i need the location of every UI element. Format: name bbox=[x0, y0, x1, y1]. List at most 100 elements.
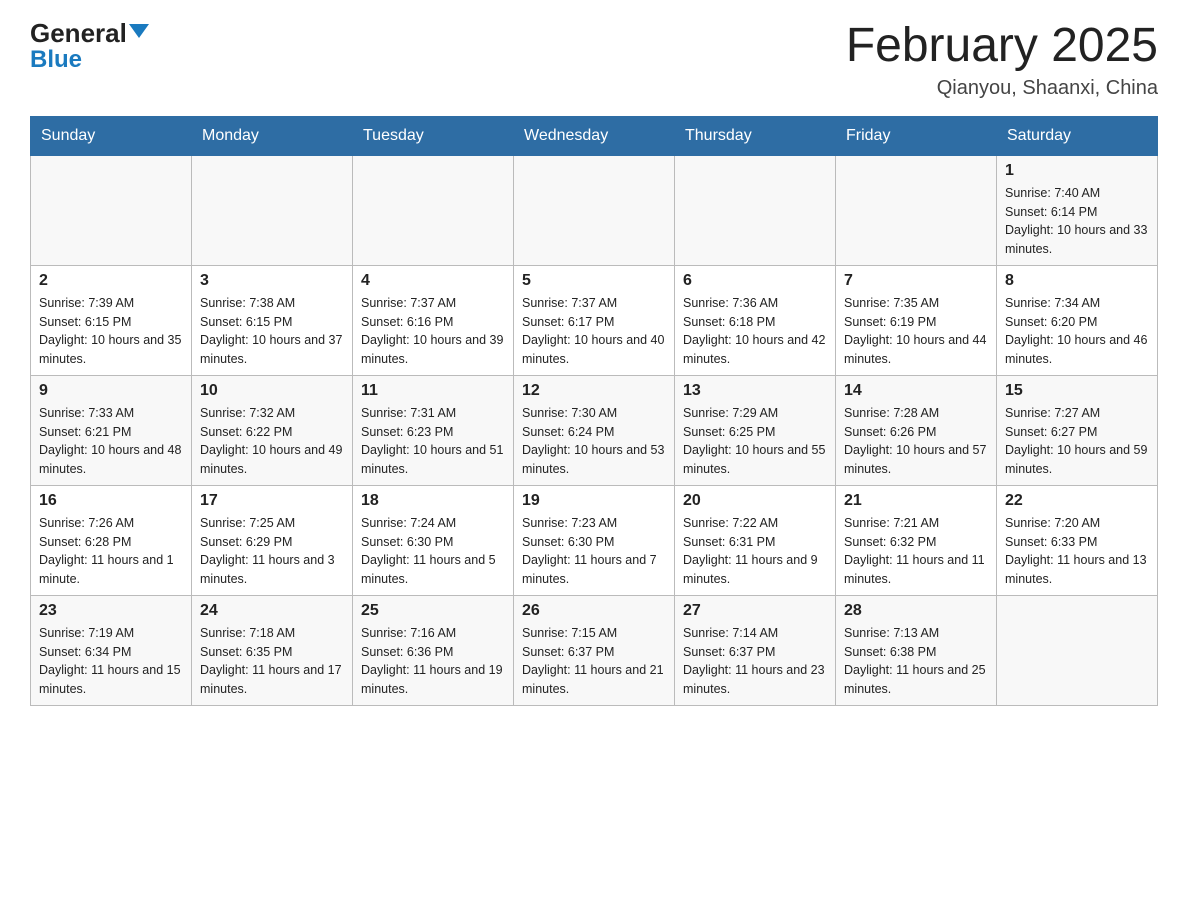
calendar-cell: 2 Sunrise: 7:39 AMSunset: 6:15 PMDaylight… bbox=[31, 265, 192, 375]
calendar-cell: 28 Sunrise: 7:13 AMSunset: 6:38 PMDayligh… bbox=[836, 595, 997, 705]
day-number: 21 bbox=[844, 492, 988, 510]
day-number: 5 bbox=[522, 272, 666, 290]
day-info: Sunrise: 7:16 AMSunset: 6:36 PMDaylight:… bbox=[361, 624, 505, 699]
calendar-cell: 1 Sunrise: 7:40 AMSunset: 6:14 PMDaylight… bbox=[997, 155, 1158, 265]
day-number: 7 bbox=[844, 272, 988, 290]
day-info: Sunrise: 7:35 AMSunset: 6:19 PMDaylight:… bbox=[844, 294, 988, 369]
calendar-cell: 13 Sunrise: 7:29 AMSunset: 6:25 PMDayligh… bbox=[675, 375, 836, 485]
logo-text: General bbox=[30, 20, 149, 46]
day-number: 11 bbox=[361, 382, 505, 400]
day-number: 17 bbox=[200, 492, 344, 510]
calendar-cell bbox=[675, 155, 836, 265]
day-info: Sunrise: 7:22 AMSunset: 6:31 PMDaylight:… bbox=[683, 514, 827, 589]
day-number: 15 bbox=[1005, 382, 1149, 400]
day-info: Sunrise: 7:32 AMSunset: 6:22 PMDaylight:… bbox=[200, 404, 344, 479]
calendar-cell: 3 Sunrise: 7:38 AMSunset: 6:15 PMDaylight… bbox=[192, 265, 353, 375]
calendar-table: SundayMondayTuesdayWednesdayThursdayFrid… bbox=[30, 116, 1158, 706]
calendar-week-row: 9Sunrise: 7:33 AMSunset: 6:21 PMDaylight… bbox=[31, 375, 1158, 485]
day-info: Sunrise: 7:15 AMSunset: 6:37 PMDaylight:… bbox=[522, 624, 666, 699]
page-header: General Blue February 2025 Qianyou, Shaa… bbox=[30, 20, 1158, 100]
day-info: Sunrise: 7:29 AMSunset: 6:25 PMDaylight:… bbox=[683, 404, 827, 479]
calendar-cell bbox=[514, 155, 675, 265]
calendar-cell: 25 Sunrise: 7:16 AMSunset: 6:36 PMDayligh… bbox=[353, 595, 514, 705]
day-info: Sunrise: 7:20 AMSunset: 6:33 PMDaylight:… bbox=[1005, 514, 1149, 589]
calendar-week-row: 23Sunrise: 7:19 AMSunset: 6:34 PMDayligh… bbox=[31, 595, 1158, 705]
calendar-cell: 21 Sunrise: 7:21 AMSunset: 6:32 PMDayligh… bbox=[836, 485, 997, 595]
calendar-header-tuesday: Tuesday bbox=[353, 116, 514, 155]
day-number: 27 bbox=[683, 602, 827, 620]
calendar-cell: 16Sunrise: 7:26 AMSunset: 6:28 PMDayligh… bbox=[31, 485, 192, 595]
calendar-cell: 7 Sunrise: 7:35 AMSunset: 6:19 PMDaylight… bbox=[836, 265, 997, 375]
day-number: 1 bbox=[1005, 162, 1149, 180]
day-number: 16 bbox=[39, 492, 183, 510]
day-info: Sunrise: 7:28 AMSunset: 6:26 PMDaylight:… bbox=[844, 404, 988, 479]
day-info: Sunrise: 7:30 AMSunset: 6:24 PMDaylight:… bbox=[522, 404, 666, 479]
calendar-week-row: 2 Sunrise: 7:39 AMSunset: 6:15 PMDaylight… bbox=[31, 265, 1158, 375]
day-number: 10 bbox=[200, 382, 344, 400]
day-number: 19 bbox=[522, 492, 666, 510]
day-number: 13 bbox=[683, 382, 827, 400]
logo: General Blue bbox=[30, 20, 149, 72]
day-info: Sunrise: 7:39 AMSunset: 6:15 PMDaylight:… bbox=[39, 294, 183, 369]
day-number: 3 bbox=[200, 272, 344, 290]
day-number: 26 bbox=[522, 602, 666, 620]
calendar-cell: 23Sunrise: 7:19 AMSunset: 6:34 PMDayligh… bbox=[31, 595, 192, 705]
page-subtitle: Qianyou, Shaanxi, China bbox=[846, 77, 1158, 100]
calendar-cell bbox=[31, 155, 192, 265]
calendar-header-row: SundayMondayTuesdayWednesdayThursdayFrid… bbox=[31, 116, 1158, 155]
calendar-header-saturday: Saturday bbox=[997, 116, 1158, 155]
calendar-cell: 20 Sunrise: 7:22 AMSunset: 6:31 PMDayligh… bbox=[675, 485, 836, 595]
calendar-week-row: 16Sunrise: 7:26 AMSunset: 6:28 PMDayligh… bbox=[31, 485, 1158, 595]
day-number: 28 bbox=[844, 602, 988, 620]
day-info: Sunrise: 7:24 AMSunset: 6:30 PMDaylight:… bbox=[361, 514, 505, 589]
calendar-cell: 14Sunrise: 7:28 AMSunset: 6:26 PMDayligh… bbox=[836, 375, 997, 485]
day-info: Sunrise: 7:21 AMSunset: 6:32 PMDaylight:… bbox=[844, 514, 988, 589]
calendar-cell: 19Sunrise: 7:23 AMSunset: 6:30 PMDayligh… bbox=[514, 485, 675, 595]
calendar-header-wednesday: Wednesday bbox=[514, 116, 675, 155]
calendar-cell: 15 Sunrise: 7:27 AMSunset: 6:27 PMDayligh… bbox=[997, 375, 1158, 485]
day-info: Sunrise: 7:13 AMSunset: 6:38 PMDaylight:… bbox=[844, 624, 988, 699]
day-number: 20 bbox=[683, 492, 827, 510]
calendar-cell: 10 Sunrise: 7:32 AMSunset: 6:22 PMDayligh… bbox=[192, 375, 353, 485]
calendar-cell: 5Sunrise: 7:37 AMSunset: 6:17 PMDaylight… bbox=[514, 265, 675, 375]
calendar-header-friday: Friday bbox=[836, 116, 997, 155]
page-title: February 2025 bbox=[846, 20, 1158, 73]
calendar-cell: 4 Sunrise: 7:37 AMSunset: 6:16 PMDaylight… bbox=[353, 265, 514, 375]
day-info: Sunrise: 7:18 AMSunset: 6:35 PMDaylight:… bbox=[200, 624, 344, 699]
day-number: 8 bbox=[1005, 272, 1149, 290]
day-info: Sunrise: 7:33 AMSunset: 6:21 PMDaylight:… bbox=[39, 404, 183, 479]
calendar-cell bbox=[353, 155, 514, 265]
calendar-cell: 6 Sunrise: 7:36 AMSunset: 6:18 PMDaylight… bbox=[675, 265, 836, 375]
day-number: 24 bbox=[200, 602, 344, 620]
calendar-header-sunday: Sunday bbox=[31, 116, 192, 155]
day-info: Sunrise: 7:34 AMSunset: 6:20 PMDaylight:… bbox=[1005, 294, 1149, 369]
day-info: Sunrise: 7:14 AMSunset: 6:37 PMDaylight:… bbox=[683, 624, 827, 699]
calendar-cell: 12 Sunrise: 7:30 AMSunset: 6:24 PMDayligh… bbox=[514, 375, 675, 485]
day-number: 2 bbox=[39, 272, 183, 290]
day-number: 23 bbox=[39, 602, 183, 620]
day-info: Sunrise: 7:27 AMSunset: 6:27 PMDaylight:… bbox=[1005, 404, 1149, 479]
calendar-cell bbox=[192, 155, 353, 265]
calendar-cell: 24 Sunrise: 7:18 AMSunset: 6:35 PMDayligh… bbox=[192, 595, 353, 705]
day-info: Sunrise: 7:40 AMSunset: 6:14 PMDaylight:… bbox=[1005, 184, 1149, 259]
day-info: Sunrise: 7:31 AMSunset: 6:23 PMDaylight:… bbox=[361, 404, 505, 479]
calendar-week-row: 1 Sunrise: 7:40 AMSunset: 6:14 PMDaylight… bbox=[31, 155, 1158, 265]
day-number: 12 bbox=[522, 382, 666, 400]
logo-blue: Blue bbox=[30, 48, 82, 72]
day-number: 18 bbox=[361, 492, 505, 510]
calendar-cell: 18 Sunrise: 7:24 AMSunset: 6:30 PMDayligh… bbox=[353, 485, 514, 595]
day-info: Sunrise: 7:25 AMSunset: 6:29 PMDaylight:… bbox=[200, 514, 344, 589]
calendar-header-monday: Monday bbox=[192, 116, 353, 155]
calendar-cell: 22Sunrise: 7:20 AMSunset: 6:33 PMDayligh… bbox=[997, 485, 1158, 595]
day-info: Sunrise: 7:37 AMSunset: 6:16 PMDaylight:… bbox=[361, 294, 505, 369]
calendar-cell: 17 Sunrise: 7:25 AMSunset: 6:29 PMDayligh… bbox=[192, 485, 353, 595]
day-info: Sunrise: 7:36 AMSunset: 6:18 PMDaylight:… bbox=[683, 294, 827, 369]
calendar-cell bbox=[836, 155, 997, 265]
day-number: 25 bbox=[361, 602, 505, 620]
calendar-cell: 8 Sunrise: 7:34 AMSunset: 6:20 PMDaylight… bbox=[997, 265, 1158, 375]
calendar-cell bbox=[997, 595, 1158, 705]
day-number: 6 bbox=[683, 272, 827, 290]
day-number: 4 bbox=[361, 272, 505, 290]
calendar-cell: 9Sunrise: 7:33 AMSunset: 6:21 PMDaylight… bbox=[31, 375, 192, 485]
day-info: Sunrise: 7:38 AMSunset: 6:15 PMDaylight:… bbox=[200, 294, 344, 369]
